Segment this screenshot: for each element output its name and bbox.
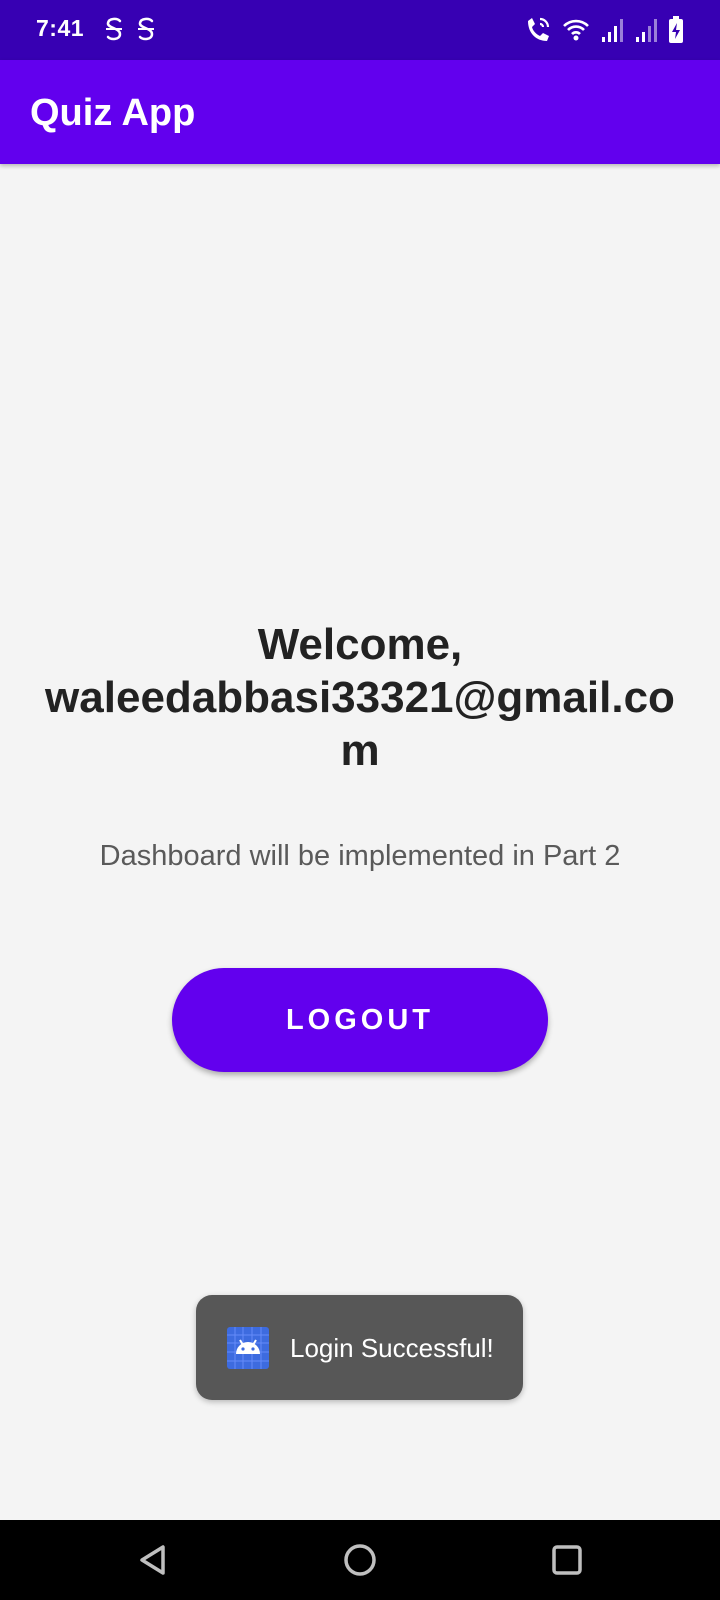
toast: Login Successful! [196, 1295, 523, 1400]
signal-icon [600, 15, 624, 45]
s-notification-icon [104, 16, 124, 42]
android-app-icon [227, 1327, 269, 1369]
app-title: Quiz App [30, 92, 196, 134]
status-icons [524, 14, 684, 46]
s-notification-icon [136, 16, 156, 42]
app-bar: Quiz App [0, 60, 720, 164]
status-bar: 7:41 [0, 0, 720, 60]
welcome-prefix: Welcome, [257, 620, 463, 669]
logout-button[interactable]: LOGOUT [172, 968, 548, 1072]
welcome-heading: Welcome, waleedabbasi33321@gmail.com [40, 618, 680, 777]
status-time: 7:41 [36, 15, 85, 41]
wifi-icon [562, 15, 590, 45]
home-icon[interactable] [340, 1540, 380, 1580]
toast-message: Login Successful! [290, 1333, 494, 1363]
wifi-calling-icon [524, 15, 552, 45]
battery-charging-icon [668, 15, 684, 45]
dashboard-subtitle: Dashboard will be implemented in Part 2 [99, 840, 621, 872]
recents-icon[interactable] [547, 1540, 587, 1580]
signal-icon [634, 15, 658, 45]
navigation-bar [0, 1520, 720, 1600]
back-icon[interactable] [134, 1540, 174, 1580]
welcome-email: waleedabbasi33321@gmail.com [45, 673, 675, 775]
